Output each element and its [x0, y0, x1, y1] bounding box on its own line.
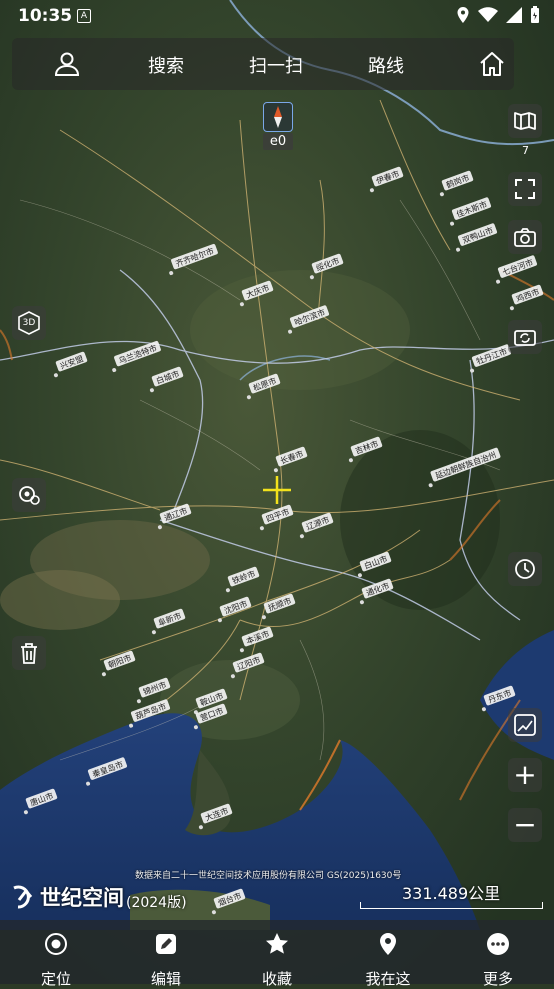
user-icon[interactable] [54, 51, 80, 82]
status-icons [456, 6, 540, 24]
nav-favorites-label: 收藏 [261, 970, 292, 988]
rotate-camera-icon [514, 330, 536, 346]
location-icon [457, 7, 469, 23]
nav-locate-label: 定位 [40, 970, 71, 988]
top-toolbar: 搜索 扫一扫 路线 [12, 38, 514, 90]
map-measure-icon [514, 714, 536, 736]
3d-button[interactable]: 3D [12, 306, 46, 340]
trash-icon [21, 643, 37, 664]
expand-icon [515, 179, 535, 199]
route-button[interactable]: 路线 [368, 52, 404, 78]
zoom-out-button[interactable]: − [508, 808, 542, 842]
status-bar: 10:35 A [0, 0, 554, 32]
wifi-icon [478, 7, 498, 22]
scale-bar-line [360, 902, 543, 909]
nav-edit-label: 编辑 [150, 970, 181, 988]
zoom-out-label: − [513, 808, 537, 841]
measure-button[interactable] [508, 708, 542, 742]
edit-icon [156, 934, 176, 954]
history-button[interactable] [508, 552, 542, 586]
compass-needle-icon [274, 106, 282, 128]
favorite-star-icon [266, 933, 288, 954]
status-time: 10:35 [18, 6, 73, 26]
signal-icon [506, 7, 522, 23]
nav-more-label: 更多 [482, 970, 513, 988]
brand-edition: (2024版) [126, 895, 187, 911]
zoom-in-label: + [513, 758, 537, 791]
clock-icon [515, 559, 535, 579]
nav-i-am-here-label: 我在这 [365, 970, 411, 988]
3d-label: 3D [22, 318, 36, 328]
map-book-icon [514, 112, 536, 130]
more-icon [487, 933, 509, 955]
battery-icon [531, 6, 539, 23]
map-layers-button[interactable] [508, 104, 542, 138]
fullscreen-button[interactable] [508, 172, 542, 206]
scale-text: 331.489公里 [402, 884, 501, 903]
pin-icon [380, 933, 396, 955]
camera-icon [514, 228, 536, 247]
bottom-navigation: 定位 编辑 收藏 我在这 更多 [0, 920, 554, 988]
brand-name: 世纪空间 [40, 886, 124, 910]
notification-a-icon: A [77, 9, 91, 23]
crosshair-icon [263, 476, 291, 504]
compass-button[interactable] [263, 102, 293, 132]
compass-label: e0 [263, 133, 293, 150]
search-button[interactable]: 搜索 [148, 52, 184, 78]
map-layers-count: 7 [522, 144, 529, 157]
zoom-in-button[interactable]: + [508, 758, 542, 792]
delete-button[interactable] [12, 636, 46, 670]
screenshot-button[interactable] [508, 220, 542, 254]
home-icon[interactable] [478, 50, 506, 83]
location-gear-icon [19, 486, 40, 505]
locate-icon [45, 933, 67, 955]
location-settings-button[interactable] [12, 478, 46, 512]
scan-button[interactable]: 扫一扫 [249, 52, 303, 78]
brand-logo-icon [13, 885, 33, 909]
brand-logo: 世纪空间 (2024版) [10, 882, 187, 912]
scale-bar: 331.489公里 [360, 880, 544, 910]
switch-view-button[interactable] [508, 320, 542, 354]
